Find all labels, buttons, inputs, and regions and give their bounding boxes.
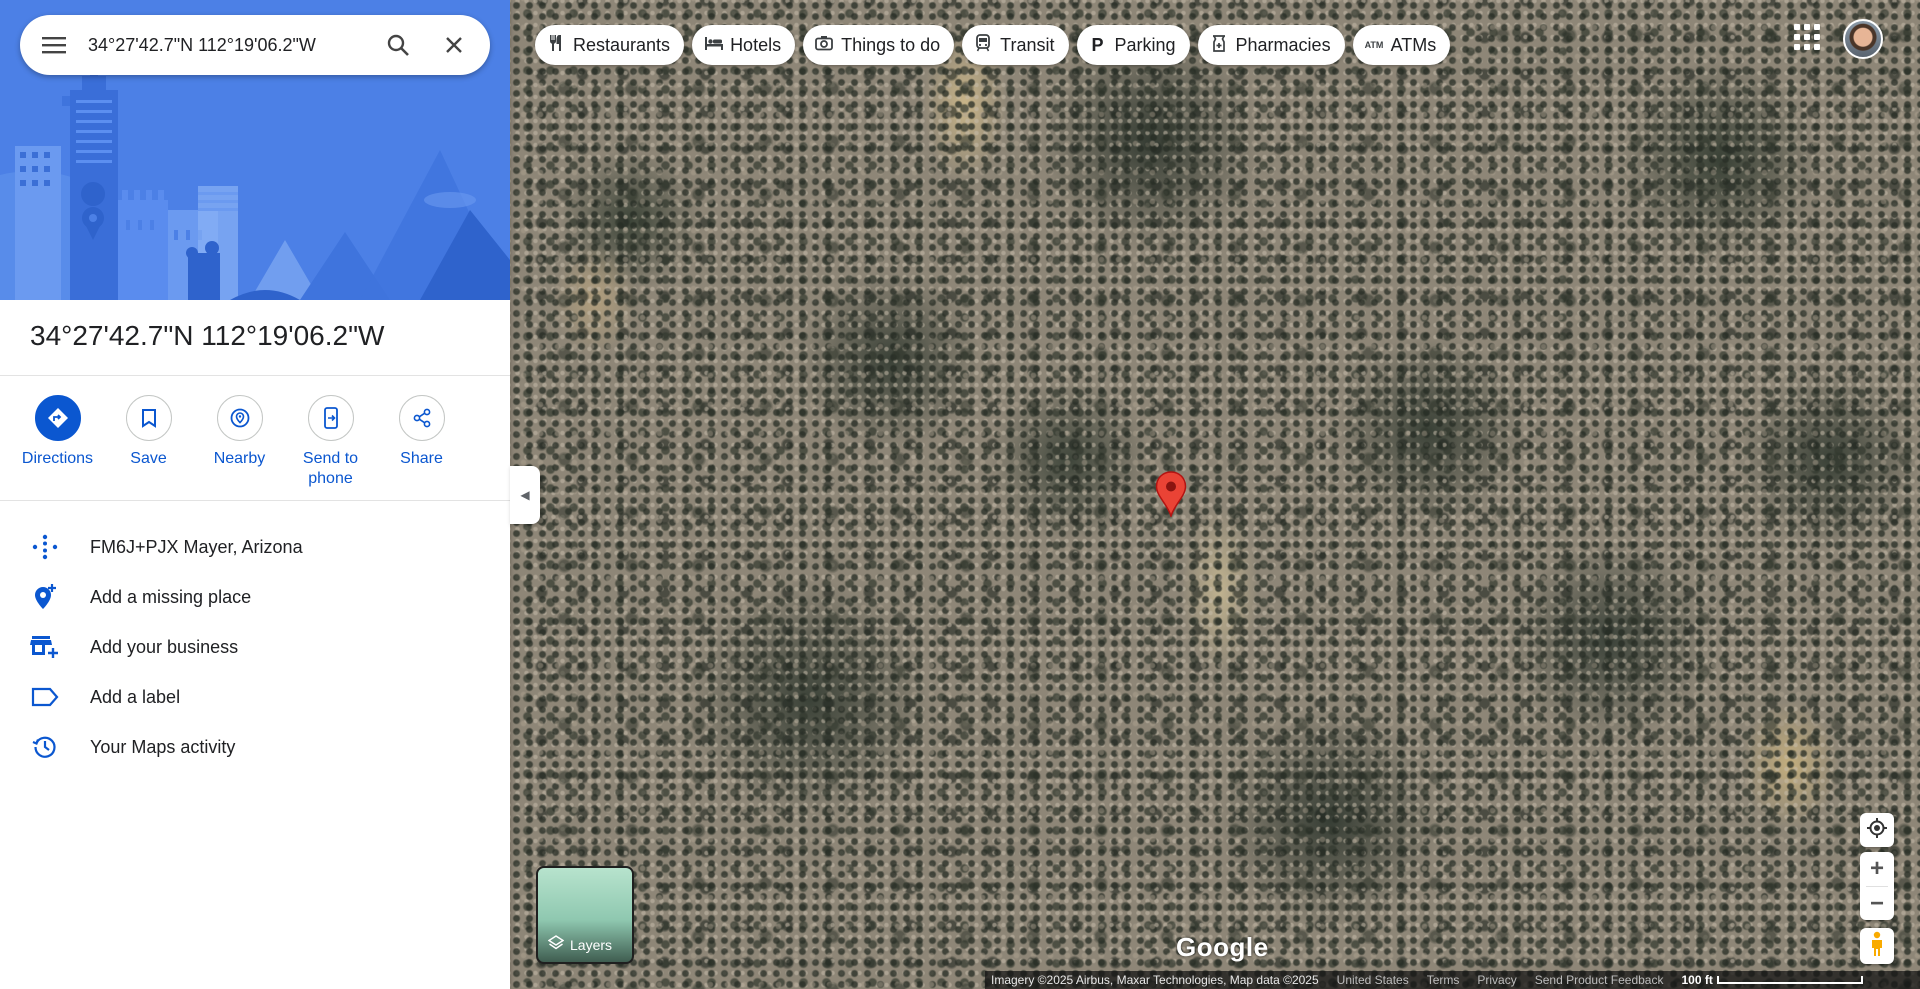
atm-icon: ATM — [1364, 40, 1384, 50]
place-info-list: FM6J+PJX Mayer, Arizona Add a missing pl… — [0, 522, 510, 772]
save-button[interactable]: Save — [103, 395, 194, 489]
action-label: Send to phone — [302, 450, 359, 487]
zoom-in-button[interactable]: + — [1860, 852, 1894, 886]
share-button[interactable]: Share — [376, 395, 467, 489]
caret-left-icon: ◀ — [520, 488, 530, 502]
chip-label: Transit — [1000, 34, 1055, 55]
chip-label: ATMs — [1390, 34, 1437, 55]
directions-icon — [47, 408, 68, 428]
chip-transit[interactable]: Transit — [962, 25, 1069, 65]
list-item-maps-activity[interactable]: Your Maps activity — [0, 722, 510, 772]
share-icon-circle — [398, 395, 445, 441]
clear-search-button[interactable] — [426, 17, 482, 73]
zoom-out-button[interactable]: − — [1860, 887, 1894, 920]
layers-icon — [547, 935, 565, 954]
action-label: Save — [130, 450, 167, 467]
parking-icon: P — [1091, 34, 1104, 55]
chip-hotels[interactable]: Hotels — [692, 25, 796, 65]
directions-icon-circle — [34, 395, 81, 441]
transit-icon — [974, 33, 992, 57]
chip-label: Hotels — [730, 34, 782, 55]
chip-atms[interactable]: ATM ATMs — [1352, 25, 1451, 65]
terms-link[interactable]: Terms — [1427, 973, 1460, 987]
menu-button[interactable] — [20, 36, 88, 54]
side-panel: 34°27'42.7"N 112°19'06.2"W Directions Sa… — [0, 0, 510, 989]
send-to-phone-icon-circle — [307, 395, 354, 441]
maps-app: Restaurants Hotels Things to do Transit … — [0, 0, 1920, 989]
layers-label: Layers — [570, 936, 613, 953]
privacy-link[interactable]: Privacy — [1477, 973, 1516, 987]
directions-button[interactable]: Directions — [12, 395, 103, 489]
restaurant-icon — [547, 34, 565, 57]
divider — [0, 500, 510, 501]
send-to-phone-button[interactable]: Send to phone — [285, 395, 376, 489]
list-item-plus-code[interactable]: FM6J+PJX Mayer, Arizona — [0, 522, 510, 572]
location-pin-icon[interactable] — [1155, 471, 1187, 519]
scale-label: 100 ft — [1681, 973, 1713, 987]
list-item-add-business[interactable]: Add your business — [0, 622, 510, 672]
pegman-button[interactable] — [1860, 928, 1894, 964]
pharmacy-icon — [1210, 34, 1228, 57]
place-title: 34°27'42.7"N 112°19'06.2"W — [30, 320, 385, 351]
action-label: Share — [400, 450, 443, 467]
pegman-icon — [1869, 931, 1885, 962]
list-item-text: Add a label — [90, 686, 181, 707]
action-label: Directions — [21, 450, 94, 467]
chip-pharmacies[interactable]: Pharmacies — [1197, 25, 1345, 65]
layers-button[interactable]: Layers — [536, 866, 634, 964]
zoom-control: + − — [1860, 852, 1894, 920]
chip-parking[interactable]: P Parking — [1076, 25, 1190, 65]
close-icon — [446, 37, 462, 53]
search-input[interactable] — [88, 34, 370, 56]
chip-restaurants[interactable]: Restaurants — [535, 25, 685, 65]
google-apps-icon[interactable] — [1794, 24, 1820, 50]
list-item-text: Add your business — [90, 636, 239, 657]
my-location-button[interactable] — [1860, 813, 1894, 847]
action-buttons: Directions Save Nearby Send to phone Sha… — [12, 395, 467, 489]
search-box — [20, 15, 490, 75]
list-item-text: Add a missing place — [90, 586, 252, 607]
my-location-icon — [1866, 817, 1888, 844]
map-footer: Imagery ©2025 Airbus, Maxar Technologies… — [985, 971, 1920, 989]
chip-label: Pharmacies — [1235, 34, 1331, 55]
collapse-panel-button[interactable]: ◀ — [510, 466, 540, 524]
imagery-attribution: Imagery ©2025 Airbus, Maxar Technologies… — [991, 973, 1319, 987]
plus-code-icon — [0, 534, 90, 560]
chip-things-to-do[interactable]: Things to do — [803, 25, 955, 65]
chip-label: Parking — [1114, 34, 1176, 55]
list-item-text: Your Maps activity — [90, 736, 236, 757]
nearby-icon-circle — [216, 395, 263, 441]
category-chips: Restaurants Hotels Things to do Transit … — [535, 25, 1451, 65]
search-icon — [387, 34, 409, 56]
add-place-icon — [0, 583, 90, 611]
hotel-icon — [704, 35, 724, 56]
chip-label: Things to do — [841, 34, 941, 55]
label-icon — [0, 686, 90, 708]
action-label: Nearby — [213, 450, 266, 467]
bookmark-icon — [141, 409, 156, 428]
list-item-add-missing-place[interactable]: Add a missing place — [0, 572, 510, 622]
list-item-text: FM6J+PJX Mayer, Arizona — [90, 536, 303, 557]
google-logo: Google — [1176, 932, 1269, 962]
nearby-icon — [230, 408, 249, 428]
share-icon — [413, 408, 430, 428]
search-button[interactable] — [370, 17, 426, 73]
country-link[interactable]: United States — [1337, 973, 1409, 987]
nearby-button[interactable]: Nearby — [194, 395, 285, 489]
camera-icon — [815, 35, 833, 56]
satellite-map[interactable] — [510, 0, 1920, 989]
feedback-link[interactable]: Send Product Feedback — [1535, 973, 1664, 987]
save-icon-circle — [125, 395, 172, 441]
chip-label: Restaurants — [573, 34, 671, 55]
divider — [0, 375, 510, 376]
layers-label-group: Layers — [547, 935, 613, 954]
history-icon — [0, 734, 90, 760]
scale-bar — [1716, 976, 1863, 984]
add-business-icon — [0, 634, 90, 660]
scale-control[interactable]: 100 ft — [1681, 973, 1863, 987]
send-to-phone-icon — [323, 407, 338, 429]
list-item-add-label[interactable]: Add a label — [0, 672, 510, 722]
account-avatar[interactable] — [1843, 19, 1883, 59]
hamburger-menu-icon — [42, 37, 66, 54]
